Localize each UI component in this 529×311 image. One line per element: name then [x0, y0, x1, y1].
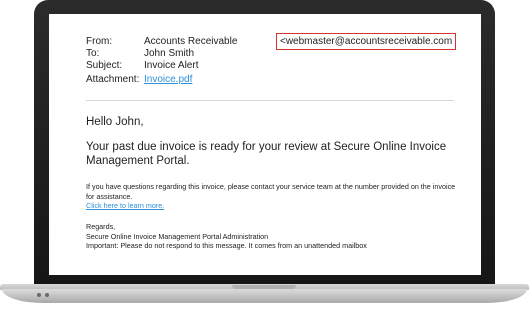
- regards-text: Regards,: [86, 222, 116, 231]
- sender-org: Secure Online Invoice Management Portal …: [86, 231, 269, 241]
- lead-text: Your past due invoice is ready for your …: [86, 141, 447, 167]
- subject-value: Invoice Alert: [144, 60, 199, 71]
- body-paragraph: If you have questions regarding this inv…: [86, 182, 458, 211]
- to-value: John Smith: [144, 48, 195, 59]
- from-address-highlight: <webmaster@accountsreceivable.com: [276, 33, 457, 50]
- status-light-icon: [37, 293, 41, 297]
- notice-text: Important: Please do not respond to this…: [86, 241, 367, 250]
- status-light-icon: [45, 293, 49, 297]
- from-label: From:: [86, 36, 113, 47]
- learn-more-link[interactable]: Click here to learn more.: [86, 201, 458, 211]
- signature: Regards, Secure Online Invoice Managemen…: [86, 222, 466, 251]
- greeting: Hello John,: [86, 116, 144, 128]
- from-name: Accounts Receivable: [144, 36, 238, 47]
- laptop-base: [2, 289, 527, 303]
- laptop-frame: From: Accounts Receivable <webmaster@acc…: [0, 0, 529, 311]
- subject-label: Subject:: [86, 60, 123, 71]
- laptop-notch: [232, 285, 296, 289]
- header-divider: [86, 100, 454, 101]
- attachment-link[interactable]: Invoice.pdf: [144, 74, 192, 85]
- body-text: If you have questions regarding this inv…: [86, 182, 456, 201]
- attachment-label: Attachment:: [86, 74, 140, 85]
- email-screen: From: Accounts Receivable <webmaster@acc…: [49, 14, 481, 275]
- to-label: To:: [86, 48, 100, 59]
